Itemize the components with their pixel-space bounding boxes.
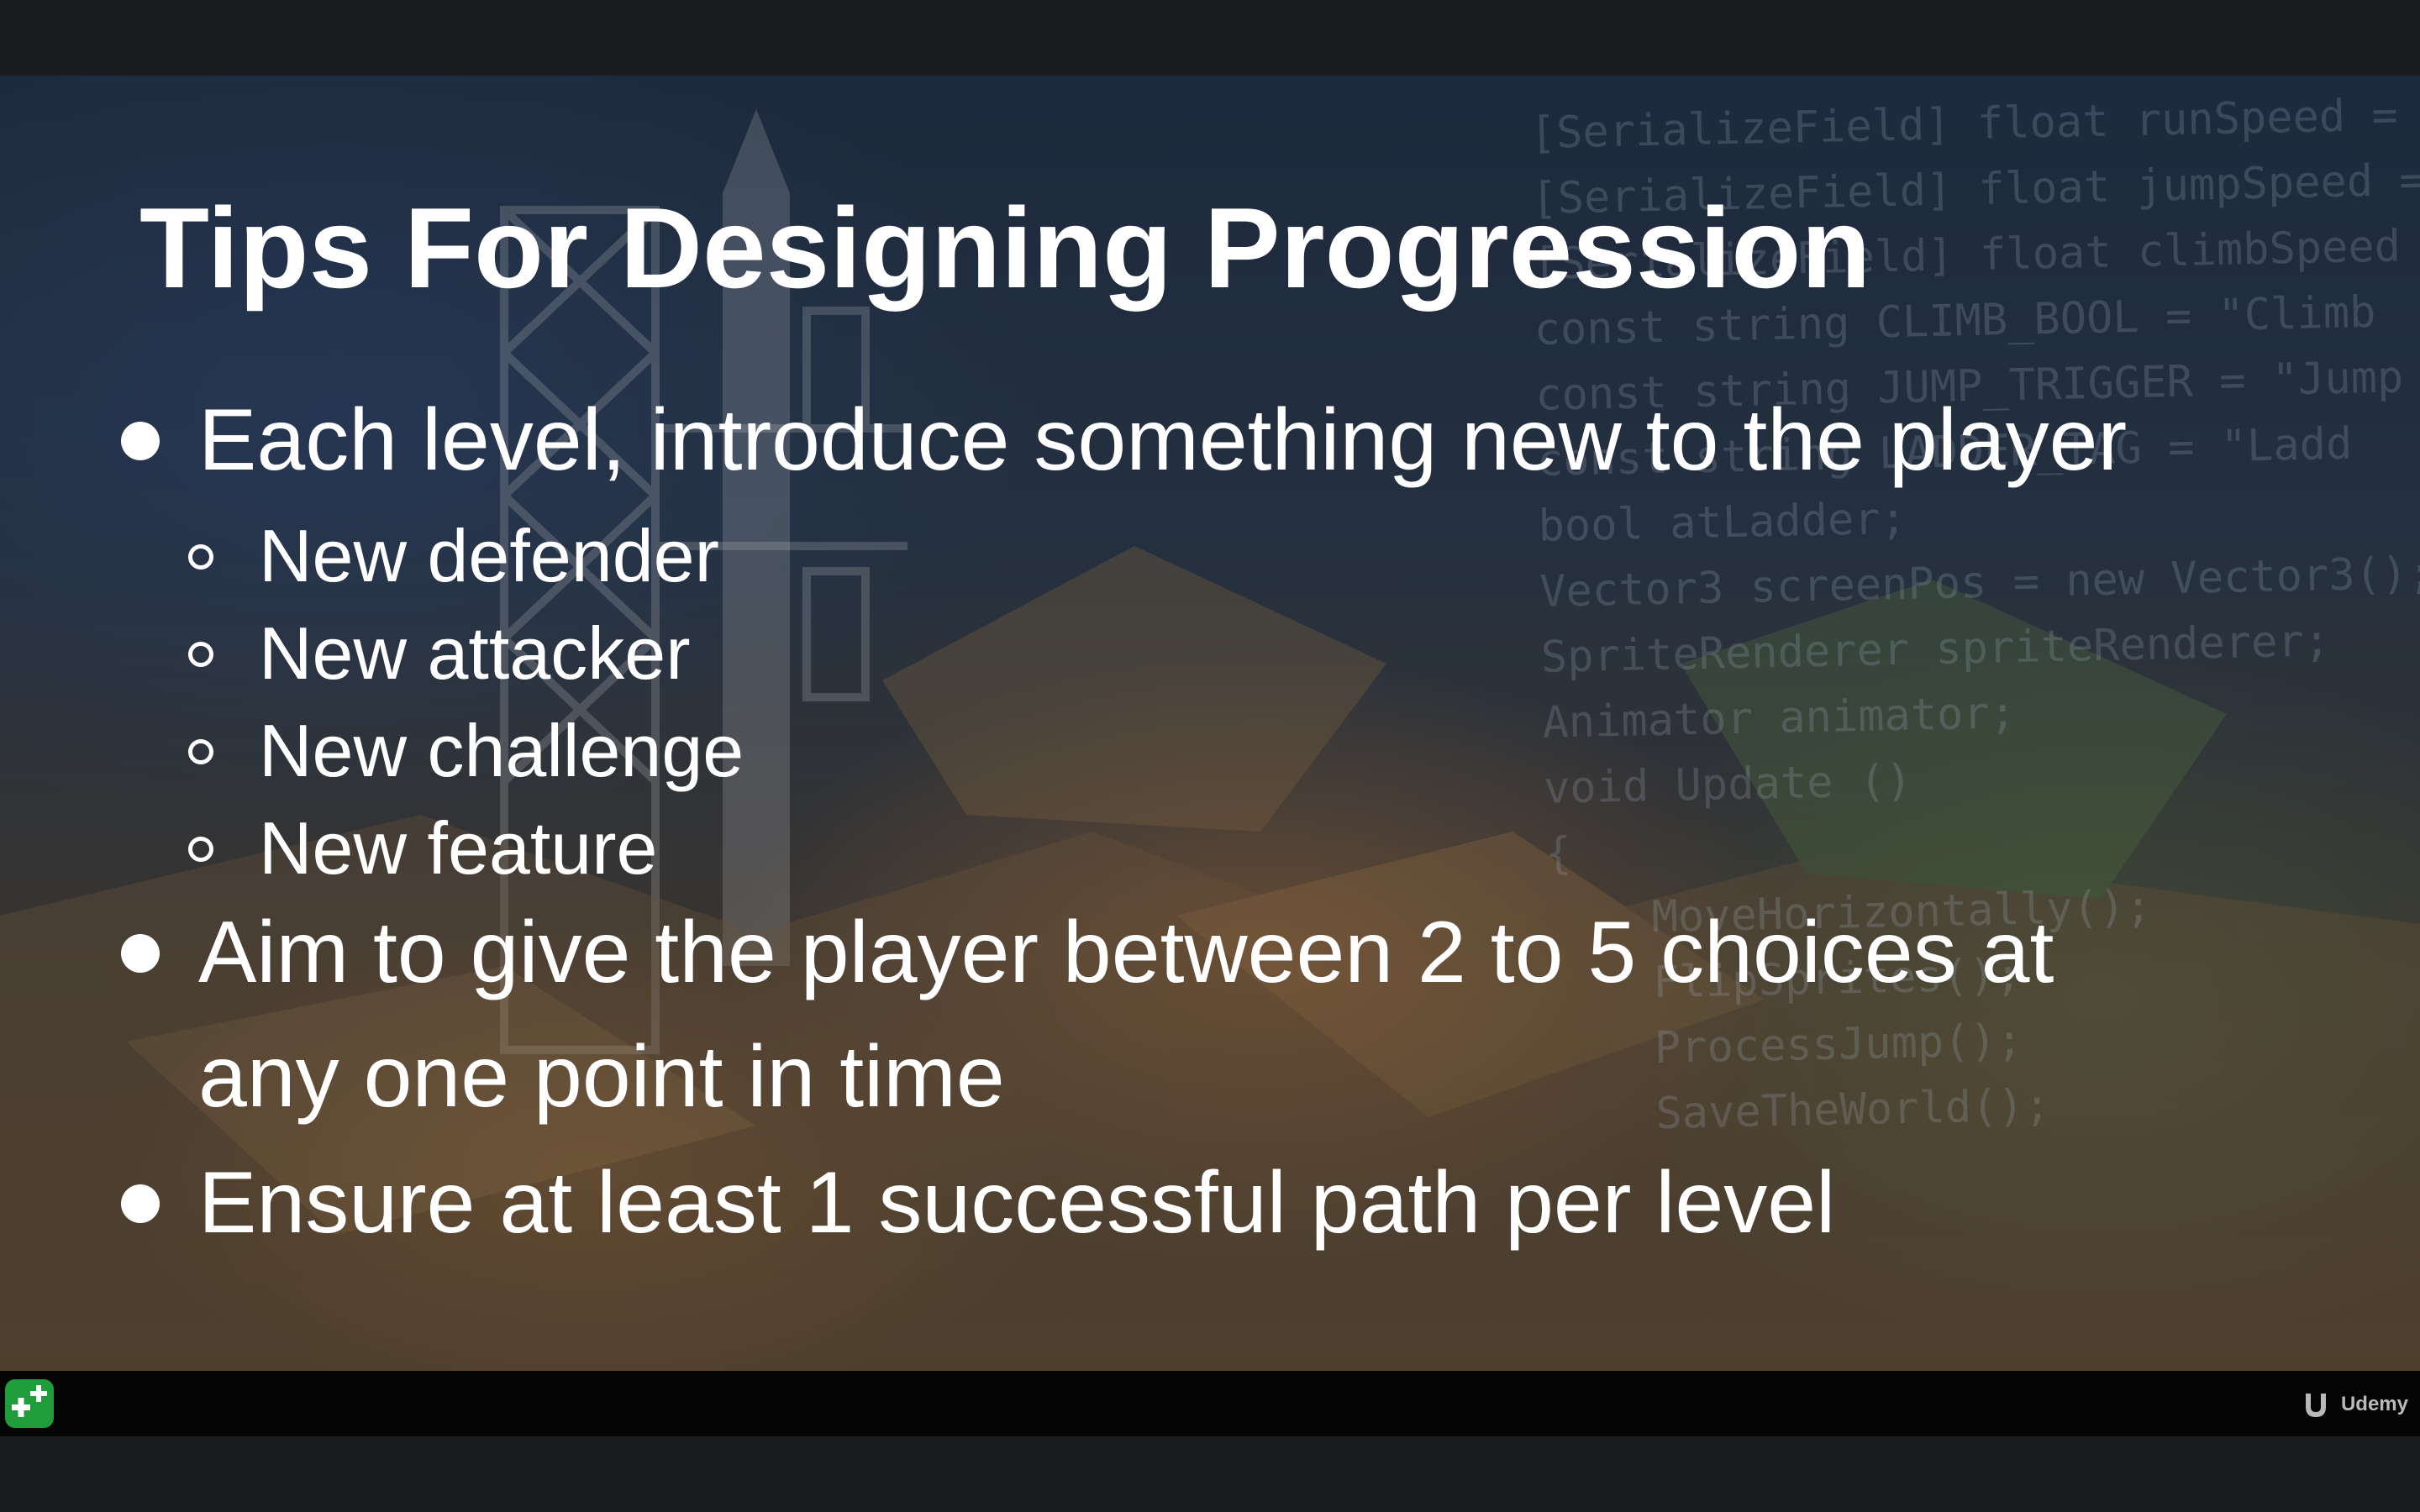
bullet-text-line-2: any one point in time: [198, 1028, 1005, 1126]
bullet-text: Ensure at least 1 successful path per le…: [198, 1154, 1836, 1252]
bullet-text-line-1: Aim to give the player between 2 to 5 ch…: [198, 904, 2054, 1001]
green-plus-icon[interactable]: [5, 1379, 54, 1428]
sub-bullet-text: New feature: [259, 806, 658, 890]
sub-bullet-ring-icon: [188, 739, 213, 764]
bullet-dot-icon: [121, 422, 160, 460]
udemy-brand: Udemy: [2302, 1388, 2408, 1421]
sub-bullet-ring-icon: [188, 642, 213, 667]
brand-label: Udemy: [2340, 1393, 2408, 1415]
plus-icon: [12, 1385, 47, 1417]
top-letterbox-bar: [0, 0, 2420, 76]
sub-bullet-ring-icon: [188, 837, 213, 862]
sub-bullet-text: New defender: [259, 514, 719, 597]
sub-bullet-ring-icon: [188, 544, 213, 570]
sub-bullet-text: New attacker: [259, 612, 691, 695]
bullet-list: Each level, introduce something new to t…: [0, 76, 2420, 1371]
udemy-logo-icon: [2305, 1394, 2326, 1417]
bullet-dot-icon: [121, 1184, 160, 1223]
player-bottom-bar: Udemy: [0, 1371, 2420, 1436]
bottom-letterbox-bar: [0, 1436, 2420, 1512]
slide: [SerializeField] float runSpeed = [Serial…: [0, 76, 2420, 1371]
bullet-text: Each level, introduce something new to t…: [198, 391, 2128, 489]
bullet-dot-icon: [121, 934, 160, 973]
sub-bullet-text: New challenge: [259, 709, 744, 792]
